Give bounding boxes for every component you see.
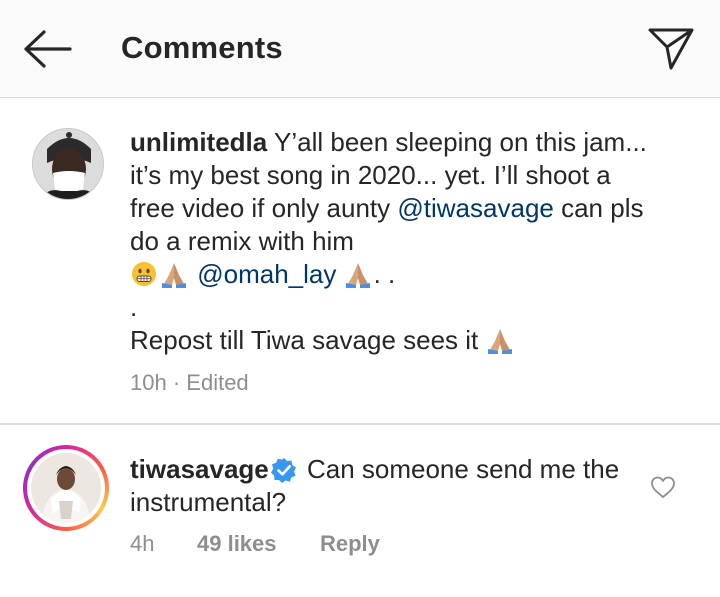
comment-timestamp: 10h — [130, 370, 167, 395]
user-photo — [33, 129, 103, 199]
grimacing-face-emoji — [132, 262, 156, 286]
app-header: Comments — [0, 0, 720, 98]
comment-meta: 4h 49 likes Reply — [130, 531, 380, 557]
arrow-left-icon[interactable] — [22, 29, 72, 69]
likes-count[interactable]: 49 likes — [197, 531, 277, 557]
comment-text: tiwasavage Can someone send me the instr… — [130, 453, 630, 519]
folded-hands-emoji — [487, 329, 512, 354]
avatar[interactable] — [23, 445, 109, 531]
comment-meta: 10h · Edited — [130, 370, 249, 396]
comment-text-part: . — [130, 292, 138, 322]
user-photo — [31, 453, 101, 523]
folded-hands-emoji — [345, 263, 370, 288]
folded-hands-emoji — [162, 263, 186, 288]
comment-text: unlimitedla Y’all been sleeping on this … — [130, 126, 650, 357]
comment-text-part: . . — [373, 259, 396, 289]
comment-item: tiwasavage Can someone send me the instr… — [0, 423, 720, 597]
mention-link[interactable]: @omah_lay — [197, 259, 336, 289]
reply-button[interactable]: Reply — [320, 531, 380, 557]
page-title: Comments — [121, 30, 283, 65]
heart-outline-icon[interactable] — [650, 475, 676, 499]
edited-label: Edited — [186, 370, 249, 395]
comment-username[interactable]: unlimitedla — [130, 127, 267, 157]
comment-text-part: Repost till Tiwa savage sees it — [130, 325, 479, 355]
meta-separator: · — [166, 370, 187, 395]
comment-item: unlimitedla Y’all been sleeping on this … — [0, 98, 720, 423]
verified-badge-icon — [270, 458, 296, 483]
comment-username[interactable]: tiwasavage — [130, 454, 269, 484]
avatar[interactable] — [32, 128, 104, 200]
comment-timestamp: 4h — [130, 531, 155, 556]
mention-link[interactable]: @tiwasavage — [397, 193, 553, 223]
paper-plane-icon[interactable] — [646, 24, 696, 74]
